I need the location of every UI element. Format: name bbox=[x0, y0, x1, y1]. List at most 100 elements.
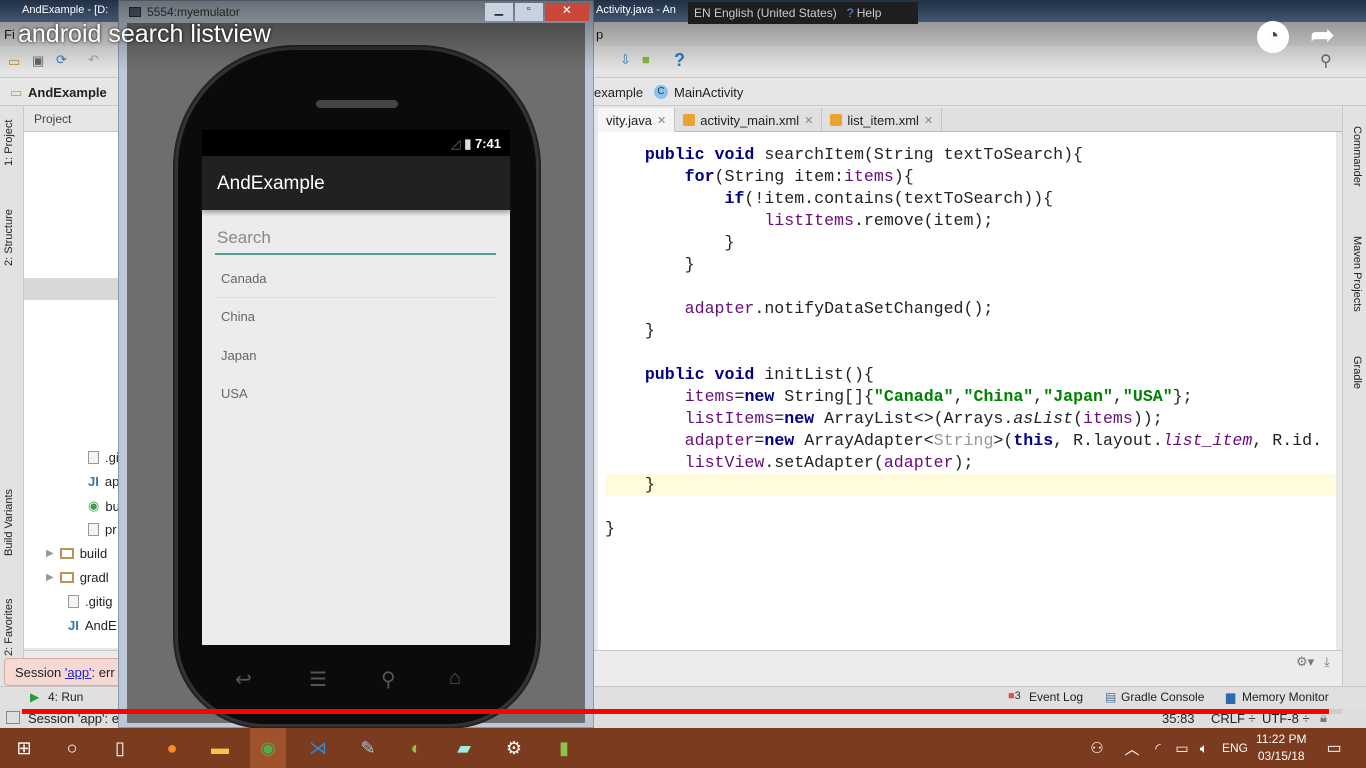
code-line[interactable]: } bbox=[605, 232, 1336, 254]
search-input[interactable] bbox=[215, 222, 496, 255]
list-item[interactable]: Japan bbox=[202, 337, 510, 375]
tool-tab-project[interactable]: 1: Project bbox=[3, 120, 15, 166]
code-line[interactable]: listItems.remove(item); bbox=[605, 210, 1336, 232]
code-line[interactable] bbox=[605, 342, 1336, 364]
file-explorer-icon[interactable]: ▬ bbox=[208, 736, 232, 760]
wifi-icon[interactable]: ◜ bbox=[1146, 736, 1170, 760]
input-language[interactable]: ENG bbox=[1222, 741, 1248, 755]
back-icon[interactable]: ↩ bbox=[235, 667, 252, 692]
settings-icon[interactable]: ⚙▾ bbox=[1296, 654, 1314, 670]
code-line[interactable]: adapter.notifyDataSetChanged(); bbox=[605, 298, 1336, 320]
tool-tab-run[interactable]: 4: Run bbox=[48, 690, 83, 704]
tab-activity-main-xml[interactable]: activity_main.xml ✕ bbox=[675, 108, 823, 132]
tab-main-activity[interactable]: vity.java ✕ bbox=[598, 108, 676, 132]
android-icon[interactable]: ■ bbox=[642, 52, 650, 67]
settings-icon[interactable]: ⚙ bbox=[502, 736, 526, 760]
menu-icon[interactable]: ☰ bbox=[309, 667, 327, 692]
breadcrumb-package[interactable]: example bbox=[594, 85, 643, 100]
tool-tab-event-log[interactable]: Event Log bbox=[1029, 690, 1083, 704]
tree-item[interactable]: JI ap bbox=[88, 474, 119, 489]
open-folder-icon[interactable]: ▭ bbox=[8, 54, 20, 70]
video-progress-bar[interactable] bbox=[22, 709, 1342, 714]
clock[interactable]: 11:22 PM 03/15/18 bbox=[1256, 731, 1306, 765]
close-button[interactable]: ✕ bbox=[544, 3, 589, 21]
sync-icon[interactable]: ⟳ bbox=[56, 52, 67, 68]
tree-item[interactable]: .gitig bbox=[68, 594, 112, 609]
tree-folder[interactable]: ▶ gradl bbox=[46, 570, 109, 585]
tree-item[interactable]: JI AndE bbox=[68, 618, 117, 633]
tool-tab-commander[interactable]: Commander bbox=[1351, 126, 1363, 187]
help-button[interactable]: ? Help bbox=[847, 6, 882, 20]
code-line[interactable]: adapter=new ArrayAdapter<String>(this, R… bbox=[605, 430, 1336, 452]
close-icon[interactable]: ✕ bbox=[924, 114, 933, 127]
minimize-button[interactable]: ▁ bbox=[485, 3, 513, 21]
maximize-button[interactable]: ▫ bbox=[514, 3, 543, 21]
tree-folder[interactable]: ▶ build bbox=[46, 546, 107, 561]
help-icon[interactable]: ? bbox=[674, 50, 685, 71]
sdk-manager-icon[interactable]: ⇩ bbox=[620, 52, 631, 68]
tree-item[interactable]: .gi bbox=[88, 450, 119, 465]
tool-tab-favorites[interactable]: 2: Favorites bbox=[3, 599, 15, 656]
android-studio-icon[interactable]: ◐ bbox=[404, 736, 428, 760]
code-line[interactable]: } bbox=[605, 254, 1336, 276]
tree-item[interactable]: ◉ bu bbox=[88, 498, 120, 514]
cortana-icon[interactable]: ○ bbox=[60, 736, 84, 760]
breadcrumb-class[interactable]: MainActivity bbox=[674, 85, 743, 100]
search-icon[interactable]: ⚲ bbox=[381, 667, 396, 692]
battery-icon[interactable]: ▭ bbox=[1170, 736, 1194, 760]
save-icon[interactable]: ▣ bbox=[32, 53, 44, 69]
search-icon[interactable]: ⚲ bbox=[1320, 51, 1332, 71]
tool-tab-build-variants[interactable]: Build Variants bbox=[3, 489, 15, 556]
firefox-icon[interactable]: ● bbox=[160, 736, 184, 760]
expand-arrow-icon[interactable]: ▶ bbox=[46, 548, 54, 559]
code-line[interactable]: public void initList(){ bbox=[605, 364, 1336, 386]
notepad-icon[interactable]: ▰ bbox=[452, 736, 476, 760]
code-line[interactable]: public void searchItem(String textToSear… bbox=[605, 144, 1336, 166]
language-label[interactable]: EN English (United States) bbox=[694, 6, 837, 20]
code-line[interactable]: for(String item:items){ bbox=[605, 166, 1336, 188]
menu-help[interactable]: p bbox=[596, 27, 603, 42]
code-line[interactable]: } bbox=[605, 320, 1336, 342]
tool-tab-memory-monitor[interactable]: Memory Monitor bbox=[1242, 690, 1329, 704]
tab-list-item-xml[interactable]: list_item.xml ✕ bbox=[822, 108, 943, 132]
tool-tab-maven[interactable]: Maven Projects bbox=[1351, 236, 1363, 312]
paint-icon[interactable]: ✎ bbox=[356, 736, 380, 760]
breadcrumb-project[interactable]: AndExample bbox=[28, 85, 107, 100]
watch-later-icon[interactable]: ◔ bbox=[1257, 21, 1289, 53]
tool-tab-gradle-console[interactable]: Gradle Console bbox=[1121, 690, 1204, 704]
tool-tab-structure[interactable]: 2: Structure bbox=[3, 209, 15, 266]
tool-tab-gradle[interactable]: Gradle bbox=[1351, 356, 1363, 389]
session-error-popup[interactable]: Session 'app': err bbox=[4, 658, 122, 686]
undo-icon[interactable]: ↶ bbox=[88, 52, 99, 68]
code-line[interactable]: items=new String[]{"Canada","China","Jap… bbox=[605, 386, 1336, 408]
code-line[interactable]: if(!item.contains(textToSearch)){ bbox=[605, 188, 1336, 210]
task-view-icon[interactable]: ▯ bbox=[108, 736, 132, 760]
code-line[interactable]: } bbox=[605, 474, 1336, 496]
share-icon[interactable]: ➦ bbox=[1310, 18, 1335, 53]
expand-arrow-icon[interactable]: ▶ bbox=[46, 572, 54, 583]
chrome-icon[interactable]: ◉ bbox=[250, 728, 286, 768]
code-line[interactable]: } bbox=[605, 518, 1336, 540]
show-hidden-icons[interactable]: ︿ bbox=[1120, 736, 1144, 760]
emulator-icon[interactable]: ▮ bbox=[552, 736, 576, 760]
tree-item[interactable]: pr bbox=[88, 522, 117, 537]
code-line[interactable] bbox=[605, 276, 1336, 298]
language-bar[interactable]: EN English (United States) ? Help bbox=[688, 2, 918, 24]
home-icon[interactable]: ⌂ bbox=[449, 667, 461, 690]
people-icon[interactable]: ⚇ bbox=[1085, 736, 1109, 760]
list-item[interactable]: USA bbox=[202, 375, 510, 413]
code-editor[interactable]: public void searchItem(String textToSear… bbox=[598, 132, 1336, 650]
code-line[interactable]: listItems=new ArrayList<>(Arrays.asList(… bbox=[605, 408, 1336, 430]
code-line[interactable]: listView.setAdapter(adapter); bbox=[605, 452, 1336, 474]
list-item[interactable]: China bbox=[202, 298, 510, 336]
status-toggle-icon[interactable] bbox=[6, 711, 20, 724]
menu-file[interactable]: Fi bbox=[4, 27, 15, 42]
close-icon[interactable]: ✕ bbox=[804, 114, 813, 127]
vscode-icon[interactable]: ⋊ bbox=[306, 736, 330, 760]
project-panel-header[interactable]: Project bbox=[24, 108, 118, 132]
session-app-link[interactable]: 'app' bbox=[65, 665, 92, 680]
action-center-icon[interactable]: ▭ bbox=[1322, 736, 1346, 760]
list-item[interactable]: Canada bbox=[202, 260, 510, 298]
start-icon[interactable]: ⊞ bbox=[12, 736, 36, 760]
close-icon[interactable]: ✕ bbox=[657, 114, 666, 127]
